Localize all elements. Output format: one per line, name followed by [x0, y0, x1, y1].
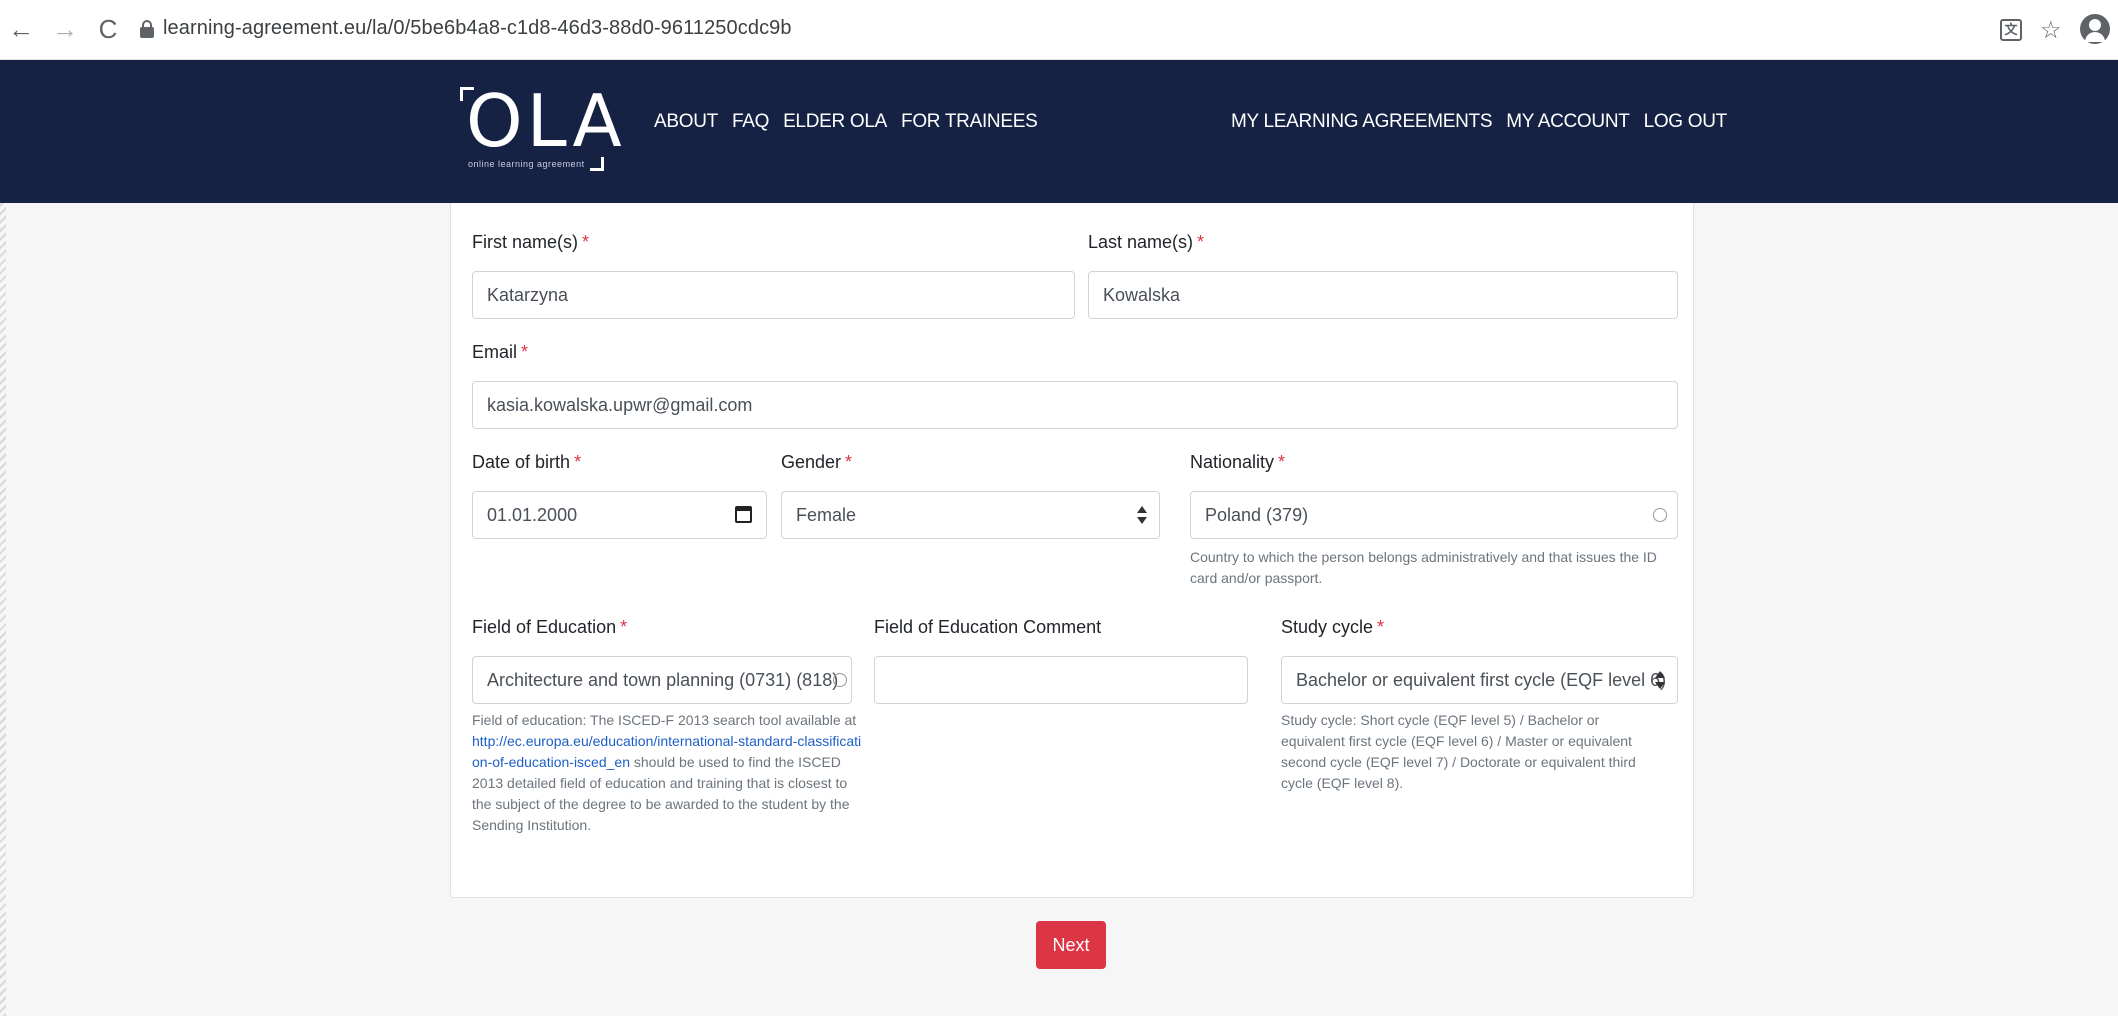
- nationality-help-text: Country to which the person belongs admi…: [1190, 549, 1657, 586]
- nav-faq[interactable]: FAQ: [732, 111, 769, 133]
- field-of-education-label: Field of Education *: [472, 617, 628, 637]
- last-name-label: Last name(s) *: [1088, 232, 1205, 252]
- nav-about[interactable]: ABOUT: [654, 111, 718, 133]
- address-bar[interactable]: learning-agreement.eu/la/0/5be6b4a8-c1d8…: [163, 17, 792, 40]
- select-arrows-icon: [1655, 668, 1665, 692]
- study-cycle-label: Study cycle *: [1281, 617, 1385, 637]
- reload-icon[interactable]: C: [93, 14, 123, 44]
- nationality-label: Nationality *: [1190, 452, 1286, 472]
- account-icon[interactable]: [2080, 14, 2110, 44]
- field-of-education-help-text: Field of education: The ISCED-F 2013 sea…: [472, 712, 862, 833]
- back-arrow-icon[interactable]: ←: [6, 14, 36, 44]
- field-of-education-autocomplete[interactable]: Architecture and town planning (0731) (8…: [472, 656, 852, 704]
- field-of-education-comment-input[interactable]: [874, 656, 1248, 704]
- field-of-education-comment-label: Field of Education Comment: [874, 617, 1102, 637]
- first-name-label: First name(s) *: [472, 232, 590, 252]
- browser-toolbar: ← → C learning-agreement.eu/la/0/5be6b4a…: [0, 0, 2118, 60]
- date-of-birth-label: Date of birth *: [472, 452, 582, 472]
- nav-log-out[interactable]: LOG OUT: [1644, 111, 1728, 133]
- logo-bracket-bottom-right: [590, 157, 604, 171]
- gender-label: Gender *: [781, 452, 853, 472]
- nationality-autocomplete[interactable]: Poland (379): [1190, 491, 1678, 539]
- nav-elder-ola[interactable]: ELDER OLA: [783, 111, 887, 133]
- logo-text: OLA: [466, 79, 626, 163]
- forward-arrow-icon[interactable]: →: [50, 14, 80, 44]
- select-arrows-icon: [1137, 503, 1147, 527]
- main-nav: ABOUT FAQ ELDER OLA FOR TRAINEES: [654, 111, 1038, 133]
- nav-for-trainees[interactable]: FOR TRAINEES: [901, 111, 1038, 133]
- student-details-form: First name(s) * Katarzyna Last name(s) * K…: [450, 203, 1694, 898]
- email-input[interactable]: kasia.kowalska.upwr@gmail.com: [472, 381, 1678, 429]
- first-name-input[interactable]: Katarzyna: [472, 271, 1075, 319]
- last-name-input[interactable]: Kowalska: [1088, 271, 1678, 319]
- nav-my-account[interactable]: MY ACCOUNT: [1506, 111, 1630, 133]
- site-header: OLA online learning agreement ABOUT FAQ …: [0, 60, 2118, 203]
- calendar-icon[interactable]: [735, 506, 752, 523]
- email-label: Email *: [472, 342, 529, 362]
- study-cycle-help-text: Study cycle: Short cycle (EQF level 5) /…: [1281, 712, 1636, 791]
- study-cycle-select[interactable]: Bachelor or equivalent first cycle (EQF …: [1281, 656, 1678, 704]
- autocomplete-throbber-icon: [833, 673, 847, 687]
- logo-tagline: online learning agreement: [468, 159, 585, 169]
- autocomplete-throbber-icon: [1653, 508, 1667, 522]
- bookmark-star-icon[interactable]: ☆: [2040, 16, 2062, 45]
- account-nav: MY LEARNING AGREEMENTS MY ACCOUNT LOG OU…: [1231, 111, 1727, 133]
- nav-my-learning-agreements[interactable]: MY LEARNING AGREEMENTS: [1231, 111, 1493, 133]
- date-of-birth-input[interactable]: 01.01.2000: [472, 491, 767, 539]
- lock-icon: [140, 20, 154, 38]
- translate-icon[interactable]: 文: [2000, 19, 2022, 41]
- next-button[interactable]: Next: [1036, 921, 1106, 969]
- ola-logo[interactable]: OLA online learning agreement: [460, 81, 622, 179]
- page-edge-decoration: [0, 60, 6, 1016]
- gender-select[interactable]: Female: [781, 491, 1160, 539]
